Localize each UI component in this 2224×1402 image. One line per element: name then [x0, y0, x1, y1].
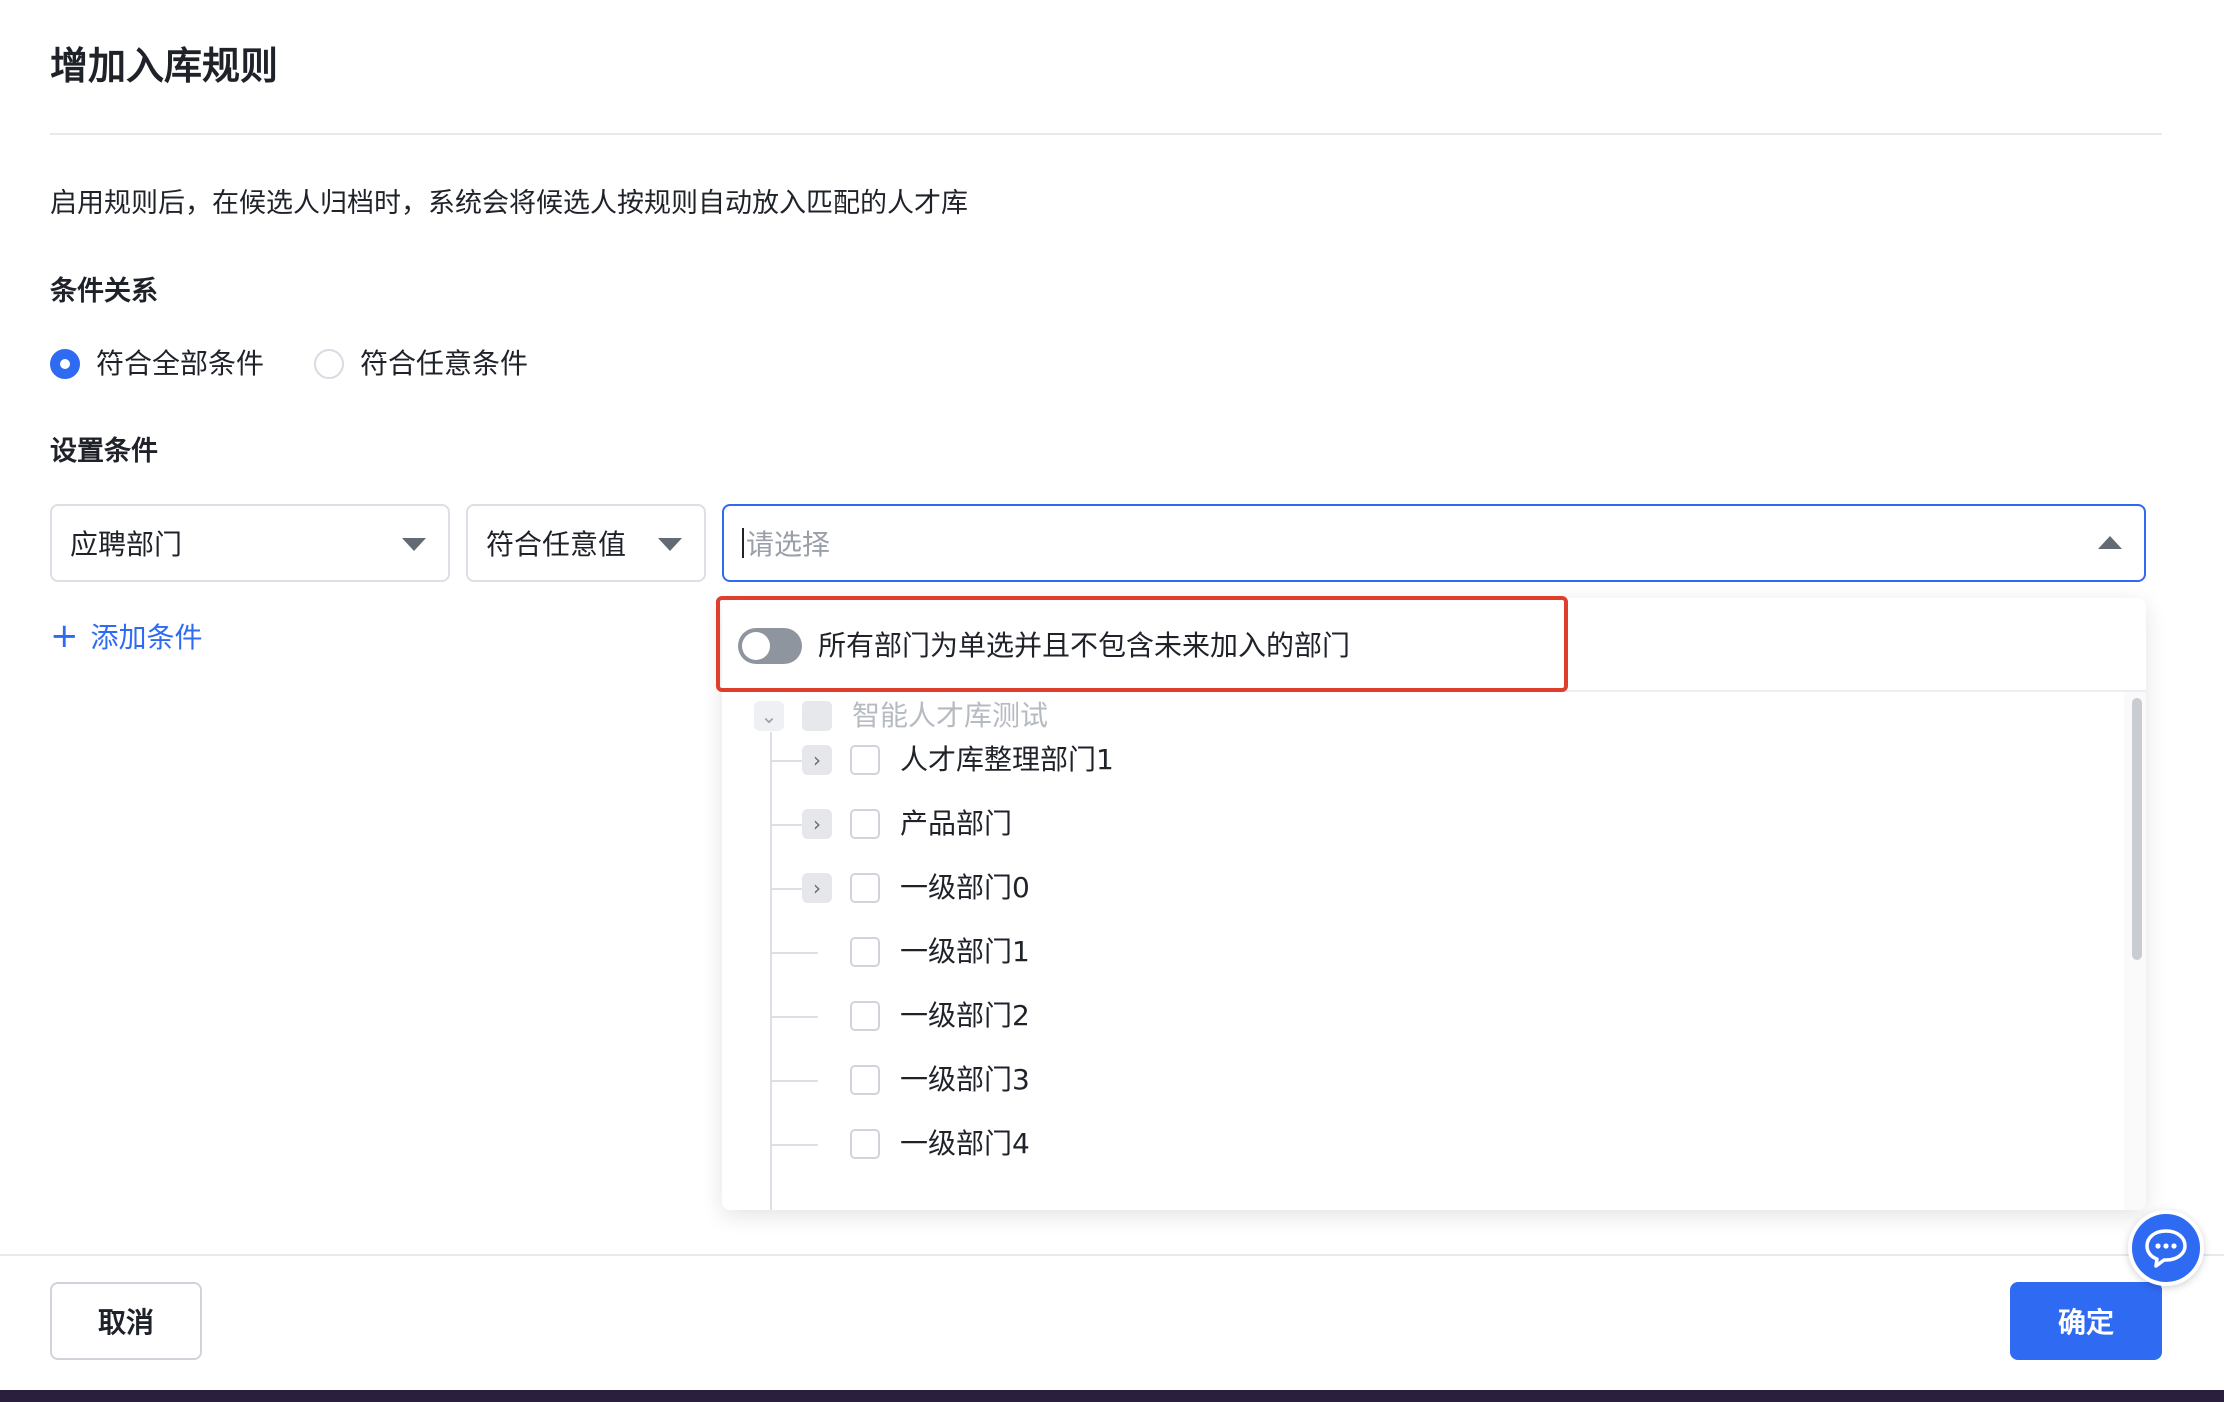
radio-match-any[interactable]: 符合任意条件	[314, 344, 528, 384]
tree-node[interactable]: › 一级部门0	[802, 866, 1030, 910]
window-bottom-edge	[0, 1390, 2224, 1402]
tree-node[interactable]: › 人才库整理部门1	[802, 738, 1114, 782]
radio-match-any-label: 符合任意条件	[360, 347, 529, 380]
radio-checked-icon[interactable]	[50, 349, 80, 379]
tree-branch-line	[770, 1144, 818, 1146]
chevron-right-icon[interactable]: ›	[802, 745, 832, 775]
tree-node-label: 一级部门2	[900, 999, 1030, 1032]
radio-unchecked-icon[interactable]	[314, 349, 345, 379]
condition-relation-label: 条件关系	[50, 276, 158, 307]
add-condition-label: 添加条件	[90, 621, 203, 654]
add-rule-dialog: 增加入库规则 启用规则后，在候选人归档时，系统会将候选人按规则自动放入匹配的人才…	[0, 0, 2224, 1402]
add-condition-button[interactable]: + 添加条件	[50, 616, 203, 656]
tree-branch-line	[770, 952, 818, 954]
department-select-placeholder: 请选择	[746, 528, 831, 561]
operator-select-value: 符合任意值	[486, 528, 627, 561]
field-select-value: 应聘部门	[70, 528, 183, 561]
checkbox[interactable]	[850, 873, 880, 903]
chat-support-button[interactable]	[2128, 1210, 2204, 1286]
caret-up-icon[interactable]	[2098, 536, 2122, 549]
tree-node-label: 一级部门1	[900, 935, 1030, 968]
department-dropdown: 所有部门为单选并且不包含未来加入的部门 ⌄ 智能人才库测试 › 人才库整理部门1…	[722, 598, 2146, 1210]
tree-node-label: 人才库整理部门1	[900, 743, 1114, 776]
chevron-right-icon[interactable]: ›	[802, 809, 832, 839]
single-select-toggle[interactable]	[738, 628, 802, 664]
tree-branch-line	[770, 824, 802, 826]
checkbox[interactable]	[850, 1001, 880, 1031]
tree-node[interactable]: 一级部门1	[850, 930, 1030, 974]
confirm-button[interactable]: 确定	[2010, 1282, 2162, 1360]
tree-branch-line	[770, 888, 802, 890]
tree-node-label: 一级部门4	[900, 1127, 1030, 1160]
plus-icon: +	[50, 616, 79, 656]
checkbox[interactable]	[850, 1065, 880, 1095]
checkbox[interactable]	[850, 745, 880, 775]
scrollbar-thumb[interactable]	[2132, 698, 2142, 960]
tree-node-label: 一级部门3	[900, 1063, 1030, 1096]
text-cursor	[742, 528, 744, 558]
cancel-button[interactable]: 取消	[50, 1282, 202, 1360]
tree-node-label: 一级部门0	[900, 871, 1030, 904]
checkbox[interactable]	[850, 937, 880, 967]
radio-match-all[interactable]: 符合全部条件	[50, 344, 264, 384]
tree-node-label: 产品部门	[900, 807, 1013, 840]
caret-down-icon	[402, 538, 426, 551]
chevron-down-icon[interactable]: ⌄	[754, 701, 784, 731]
department-value-select[interactable]: 请选择	[722, 504, 2146, 582]
title-divider	[50, 133, 2162, 135]
tree-node[interactable]: 一级部门2	[850, 994, 1030, 1038]
tree-branch-line	[770, 760, 802, 762]
checkbox[interactable]	[850, 809, 880, 839]
condition-relation-radio-group: 符合全部条件 符合任意条件	[50, 344, 578, 384]
tree-branch-line	[770, 1016, 818, 1018]
set-conditions-label: 设置条件	[50, 436, 158, 467]
radio-match-all-label: 符合全部条件	[96, 347, 265, 380]
single-select-toggle-label: 所有部门为单选并且不包含未来加入的部门	[818, 629, 1351, 662]
caret-down-icon	[658, 538, 682, 551]
chat-bubble-icon	[2145, 1229, 2187, 1268]
tree-node[interactable]: 一级部门4	[850, 1122, 1030, 1166]
field-select[interactable]: 应聘部门	[50, 504, 450, 582]
dropdown-header: 所有部门为单选并且不包含未来加入的部门	[722, 598, 2146, 692]
tree-guide-line	[770, 732, 772, 1210]
department-tree: ⌄ 智能人才库测试 › 人才库整理部门1 › 产品部门 › 一级部门0 一级部门…	[722, 692, 2122, 1210]
dialog-title: 增加入库规则	[50, 44, 279, 88]
operator-select[interactable]: 符合任意值	[466, 504, 706, 582]
tree-branch-line	[770, 1080, 818, 1082]
chevron-right-icon[interactable]: ›	[802, 873, 832, 903]
tree-node-label: 智能人才库测试	[852, 699, 1049, 732]
tree-node[interactable]: › 产品部门	[802, 802, 1012, 846]
footer-divider	[0, 1254, 2224, 1256]
checkbox[interactable]	[850, 1129, 880, 1159]
dialog-description: 启用规则后，在候选人归档时，系统会将候选人按规则自动放入匹配的人才库	[50, 188, 968, 219]
checkbox-disabled	[802, 701, 832, 731]
tree-node[interactable]: 一级部门3	[850, 1058, 1030, 1102]
tree-node-root[interactable]: ⌄ 智能人才库测试	[754, 694, 1048, 738]
